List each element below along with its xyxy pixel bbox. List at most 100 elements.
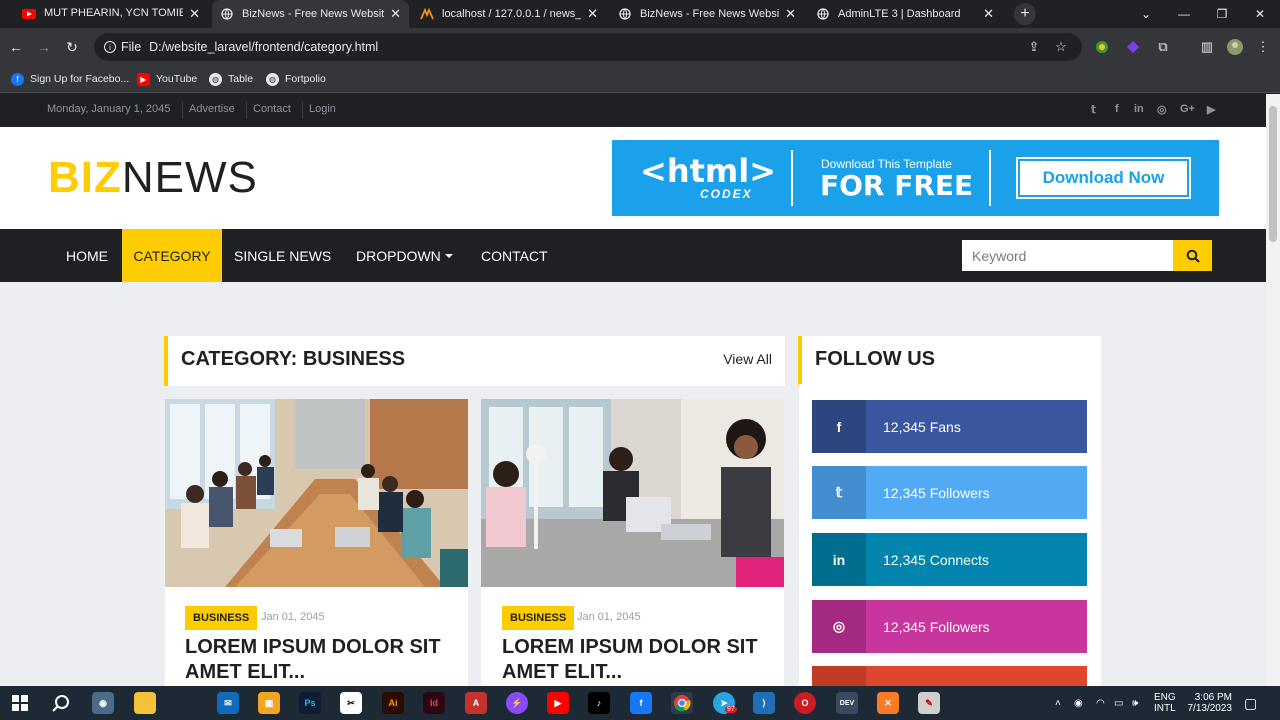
news-image[interactable] [481,399,784,587]
app-icon[interactable]: ✎ [918,692,940,714]
extensions-puzzle-icon[interactable]: ⧉ [1154,38,1172,56]
phpmyadmin-icon [420,7,434,21]
share-icon[interactable]: ⇪ [1025,38,1043,56]
xampp-icon[interactable]: ✕ [877,692,899,714]
twitter-icon[interactable]: 𝕥 [1091,103,1096,116]
facebook-icon[interactable]: f [1115,103,1119,115]
close-tab-icon[interactable]: ✕ [785,6,796,22]
back-arrow-icon[interactable]: ← [6,37,26,57]
browser-tab-5[interactable]: AdminLTE 3 | Dashboard ✕ [808,0,1002,28]
download-now-button[interactable]: Download Now [1016,157,1191,199]
topbar-link-contact[interactable]: Contact [253,103,291,115]
youtube-icon[interactable]: ▶ [1207,103,1215,116]
close-tab-icon[interactable]: ✕ [390,6,401,22]
maximize-button[interactable]: ❐ [1203,0,1241,28]
news-image[interactable] [165,399,468,587]
volume-icon[interactable]: 🕪 [1132,686,1138,720]
forward-arrow-icon[interactable]: → [34,37,54,57]
tray-app-icon[interactable]: ◉ [1074,686,1083,720]
battery-icon[interactable]: ▭ [1114,686,1123,720]
follow-linkedin-button[interactable]: in 12,345 Connects [812,533,1087,586]
follow-twitter-button[interactable]: 𝕥 12,345 Followers [812,466,1087,519]
wifi-icon[interactable]: ◠ [1096,686,1105,720]
clock[interactable]: 3:06 PM 7/13/2023 [1186,686,1233,720]
devc-icon[interactable]: DEV [836,692,858,714]
extension-green-icon[interactable] [1093,38,1111,56]
access-icon[interactable]: A [465,692,487,714]
browser-tab-4[interactable]: BizNews - Free News Website T ✕ [610,0,804,28]
new-tab-button[interactable]: + [1014,3,1036,25]
bookmark-facebook[interactable]: f Sign Up for Facebo... [11,71,129,87]
news-card[interactable]: BUSINESS Jan 01, 2045 LOREM IPSUM DOLOR … [165,399,468,686]
camera-app-icon[interactable]: ◉ [92,692,114,714]
category-badge[interactable]: BUSINESS [185,606,258,630]
illustrator-icon[interactable]: Ai [382,692,404,714]
file-explorer-icon[interactable] [134,692,156,714]
google-plus-icon[interactable]: G+ [1180,103,1195,115]
menu-kebab-icon[interactable]: ⋮ [1254,38,1272,56]
notification-icon[interactable]: ▢ [1244,686,1257,720]
nav-category[interactable]: CATEGORY [122,229,222,282]
scrollbar-thumb[interactable] [1269,106,1277,242]
close-tab-icon[interactable]: ✕ [189,6,200,22]
bookmark-fortpolio[interactable]: ◍ Fortpolio [266,71,326,87]
opera-icon[interactable]: O [794,692,816,714]
bookmark-table[interactable]: ◍ Table [209,71,253,87]
browser-tab-3[interactable]: localhost / 127.0.0.1 / news_we ✕ [412,0,606,28]
capcut-icon[interactable]: ✂ [340,692,362,714]
ad-banner[interactable]: <html> CODEX Download This Template FOR … [612,140,1219,216]
photoshop-icon[interactable]: Ps [299,692,321,714]
topbar-link-login[interactable]: Login [309,103,336,115]
tab-search-icon[interactable]: ⌄ [1127,0,1165,28]
follow-facebook-button[interactable]: f 12,345 Fans [812,400,1087,453]
browser-tab-1[interactable]: MUT PHEARIN, YCN TOMIE - ក ✕ [14,0,208,28]
vscode-icon[interactable]: ⟩ [753,692,775,714]
messenger-icon[interactable]: ⚡ [506,692,528,714]
news-title[interactable]: LOREM IPSUM DOLOR SIT AMET ELIT... [185,635,455,685]
view-all-link[interactable]: View All [723,351,772,367]
youtube-icon[interactable]: ▶ [547,692,569,714]
nav-single-news[interactable]: SINGLE NEWS [222,229,343,282]
search-button[interactable] [1173,240,1212,271]
app-icon[interactable]: ▣ [258,692,280,714]
side-panel-icon[interactable]: ▥ [1198,38,1216,56]
news-title[interactable]: LOREM IPSUM DOLOR SIT AMET ELIT... [502,635,772,685]
facebook-icon[interactable]: f [630,692,652,714]
chrome-icon[interactable] [671,692,693,714]
follow-instagram-button[interactable]: ◎ 12,345 Followers [812,600,1087,653]
windows-start-icon[interactable] [9,692,31,714]
news-card[interactable]: BUSINESS Jan 01, 2045 LOREM IPSUM DOLOR … [481,399,784,686]
topbar-link-advertise[interactable]: Advertise [189,103,235,115]
category-badge[interactable]: BUSINESS [502,606,575,630]
nav-contact[interactable]: CONTACT [469,229,560,282]
instagram-icon[interactable]: ◎ [1157,103,1167,116]
tiktok-icon[interactable]: ♪ [588,692,610,714]
tray-chevron-icon[interactable]: ˄ [1055,686,1061,720]
address-bar[interactable]: i File D:/website_laravel/frontend/categ… [94,33,1082,61]
minimize-button[interactable]: — [1165,0,1203,28]
bookmark-star-icon[interactable]: ☆ [1052,38,1070,56]
search-icon[interactable] [50,692,72,714]
page-scrollbar[interactable] [1266,94,1280,686]
close-tab-icon[interactable]: ✕ [587,6,598,22]
browser-tab-2[interactable]: BizNews - Free News Website T ✕ [212,0,409,28]
close-window-button[interactable]: ✕ [1241,0,1279,28]
follow-next-button[interactable] [812,666,1087,686]
extension-purple-icon[interactable] [1124,38,1142,56]
globe-icon: ◍ [266,72,279,86]
bookmark-youtube[interactable]: ▶ YouTube [137,71,197,87]
language-indicator[interactable]: ENG INTL [1154,686,1176,720]
linkedin-icon[interactable]: in [1134,103,1144,115]
nav-dropdown[interactable]: DROPDOWN [344,229,465,282]
profile-avatar[interactable] [1226,38,1244,56]
close-tab-icon[interactable]: ✕ [983,6,994,22]
mail-icon[interactable]: ✉ [217,692,239,714]
nav-home[interactable]: HOME [54,229,120,282]
search-input[interactable] [962,240,1173,271]
reload-icon[interactable]: ↻ [62,37,82,57]
indesign-icon[interactable]: Id [423,692,445,714]
site-logo[interactable]: BIZNEWS [48,153,258,203]
url-text[interactable]: D:/website_laravel/frontend/category.htm… [149,40,378,54]
info-icon[interactable]: i [104,41,116,53]
meeting-photo [481,399,784,587]
